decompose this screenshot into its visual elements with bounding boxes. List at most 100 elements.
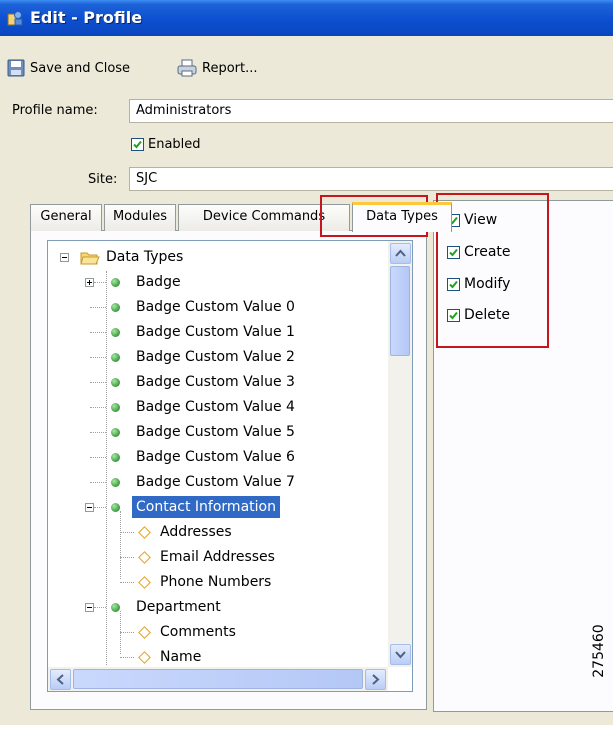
permissions-highlight — [436, 193, 549, 348]
green-dot-icon — [111, 328, 120, 337]
enabled-checkbox-row[interactable]: Enabled — [131, 137, 201, 152]
diamond-icon — [138, 576, 151, 589]
tab-modules[interactable]: Modules — [104, 204, 176, 231]
tree-connector — [90, 457, 106, 458]
tree-root[interactable]: Data Types — [48, 245, 378, 270]
tree-item[interactable]: Badge — [48, 270, 378, 295]
tree-connector — [90, 432, 106, 433]
report-button[interactable]: Report... — [177, 56, 258, 80]
collapse-icon[interactable] — [85, 503, 94, 512]
collapse-icon[interactable] — [60, 253, 69, 262]
toolbar: Save and Close Report... — [0, 36, 613, 96]
tree-connector — [94, 607, 106, 608]
tree-item-label: Badge Custom Value 4 — [136, 399, 295, 415]
tree-item-label: Badge Custom Value 5 — [136, 424, 295, 440]
tree-item-label: Contact Information — [132, 496, 280, 518]
title-bar[interactable]: Edit - Profile — [0, 0, 613, 36]
scroll-left-button[interactable] — [50, 669, 71, 690]
edit-profile-window: Edit - Profile Save and Close Report... … — [0, 0, 613, 725]
expand-icon[interactable] — [85, 278, 94, 287]
site-input[interactable]: SJC — [129, 167, 613, 191]
green-dot-icon — [111, 378, 120, 387]
green-dot-icon — [111, 403, 120, 412]
chevron-down-icon — [395, 651, 406, 659]
diamond-icon — [138, 551, 151, 564]
window-title: Edit - Profile — [30, 8, 143, 27]
green-dot-icon — [111, 428, 120, 437]
tree-item-label: Badge Custom Value 6 — [136, 449, 295, 465]
collapse-icon[interactable] — [85, 603, 94, 612]
tree-item-label: Badge Custom Value 1 — [136, 324, 295, 340]
tree-item-label: Badge Custom Value 0 — [136, 299, 295, 315]
green-dot-icon — [111, 453, 120, 462]
tree-item[interactable]: Badge Custom Value 7 — [48, 470, 378, 495]
tree-subitem[interactable]: Email Addresses — [48, 545, 378, 570]
enabled-label: Enabled — [148, 137, 201, 152]
tree-item-label: Badge — [136, 274, 181, 290]
save-and-close-label: Save and Close — [30, 60, 131, 76]
diamond-icon — [138, 626, 151, 639]
tree-connector — [90, 482, 106, 483]
tree-connector — [90, 382, 106, 383]
figure-number-text: 275460 — [591, 624, 607, 678]
tree-item-label: Phone Numbers — [160, 574, 272, 590]
chevron-left-icon — [56, 674, 64, 685]
green-dot-icon — [111, 278, 120, 287]
tree-item-label: Department — [136, 599, 221, 615]
green-dot-icon — [111, 478, 120, 487]
tree-item[interactable]: Badge Custom Value 4 — [48, 395, 378, 420]
site-label: Site: — [88, 172, 118, 187]
tree-connector — [120, 657, 134, 658]
tree-item[interactable]: Badge Custom Value 1 — [48, 320, 378, 345]
figure-number: 275460 — [588, 585, 612, 725]
tree-item-label: Email Addresses — [160, 549, 275, 565]
checkmark-icon — [133, 140, 142, 149]
tab-general[interactable]: General — [30, 204, 102, 231]
tree-item[interactable]: Badge Custom Value 6 — [48, 445, 378, 470]
chevron-right-icon — [372, 674, 380, 685]
tree-item-selected[interactable]: Contact Information — [48, 495, 378, 520]
vertical-scrollbar[interactable] — [388, 241, 412, 667]
tree-item[interactable]: Department — [48, 595, 378, 620]
printer-icon — [177, 59, 197, 77]
scroll-down-button[interactable] — [390, 644, 411, 665]
tree-connector — [90, 332, 106, 333]
green-dot-icon — [111, 303, 120, 312]
profile-name-input[interactable]: Administrators — [129, 99, 613, 123]
tab-data-types[interactable]: Data Types — [352, 202, 452, 232]
scroll-right-button[interactable] — [365, 669, 386, 690]
tree-connector — [120, 532, 134, 533]
tree-subitem[interactable]: Addresses — [48, 520, 378, 545]
chevron-up-icon — [395, 249, 406, 257]
tree-subitem[interactable]: Comments — [48, 620, 378, 645]
tree-connector — [90, 307, 106, 308]
tree-item-label: Badge Custom Value 2 — [136, 349, 295, 365]
tree-item[interactable]: Badge Custom Value 0 — [48, 295, 378, 320]
green-dot-icon — [111, 603, 120, 612]
diamond-icon — [138, 651, 151, 664]
tree-item[interactable]: Badge Custom Value 2 — [48, 345, 378, 370]
profile-name-label: Profile name: — [12, 103, 98, 118]
tree-connector — [120, 557, 134, 558]
tree-connector — [90, 357, 106, 358]
tree-connector — [120, 582, 134, 583]
tree-connector — [94, 282, 106, 283]
tree-subitem[interactable]: Phone Numbers — [48, 570, 378, 595]
tree-connector — [90, 407, 106, 408]
floppy-disk-icon — [7, 59, 25, 77]
green-dot-icon — [111, 503, 120, 512]
tree-connector — [94, 507, 106, 508]
horizontal-scrollbar[interactable] — [48, 667, 388, 691]
data-types-tree[interactable]: Data Types Badge Badge Custom Value 0 Ba… — [47, 240, 413, 692]
save-and-close-button[interactable]: Save and Close — [7, 56, 130, 80]
tree-item-label: Addresses — [160, 524, 232, 540]
tree-item[interactable]: Badge Custom Value 3 — [48, 370, 378, 395]
tree-root-label: Data Types — [106, 249, 184, 265]
scroll-up-button[interactable] — [390, 243, 411, 264]
horizontal-scroll-thumb[interactable] — [73, 669, 363, 689]
scroll-thumb[interactable] — [390, 266, 410, 356]
tree-item-label: Badge Custom Value 3 — [136, 374, 295, 390]
enabled-checkbox[interactable] — [131, 138, 144, 151]
tree-item-label: Badge Custom Value 7 — [136, 474, 295, 490]
tree-item[interactable]: Badge Custom Value 5 — [48, 420, 378, 445]
